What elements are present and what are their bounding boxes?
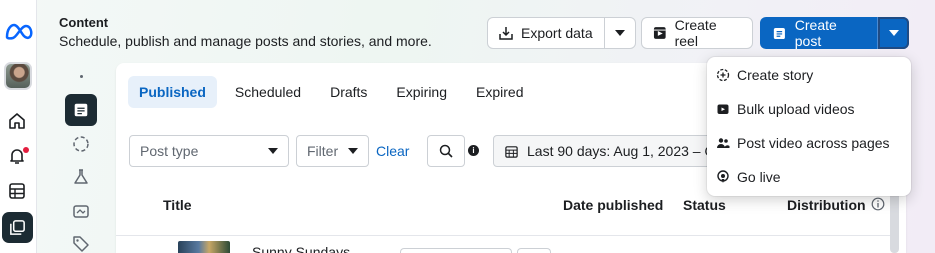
tab-bar: Published Scheduled Drafts Expiring Expi… [128, 76, 541, 108]
create-post-options-button[interactable] [877, 17, 909, 49]
menu-item-label: Create story [737, 67, 814, 83]
column-title[interactable]: Title [163, 197, 192, 213]
menu-item-label: Go live [737, 169, 781, 185]
search-button[interactable] [427, 135, 465, 167]
column-distribution[interactable]: Distribution [787, 197, 866, 213]
menu-item-create-story[interactable]: Create story [707, 58, 911, 92]
left-rail [0, 0, 37, 253]
tag-icon[interactable] [71, 233, 91, 253]
export-options-button[interactable] [604, 17, 636, 49]
create-post-menu: Create story Bulk upload videos Post vid… [707, 57, 911, 196]
info-icon[interactable] [871, 197, 885, 211]
search-icon [439, 144, 453, 158]
notifications-icon[interactable] [7, 146, 29, 168]
date-range-label: Last 90 days: Aug 1, 2023 – O [527, 143, 716, 159]
separator-dot [80, 75, 83, 78]
chevron-down-icon [615, 30, 625, 36]
post-thumbnail [178, 241, 230, 253]
post-type-select[interactable]: Post type [129, 135, 289, 167]
clear-filters-link[interactable]: Clear [376, 143, 409, 159]
content-icon [10, 220, 25, 235]
menu-item-label: Post video across pages [737, 135, 890, 151]
export-data-button[interactable]: Export data [487, 17, 605, 49]
flask-icon[interactable] [71, 167, 91, 187]
info-icon[interactable]: i [468, 145, 479, 156]
reel-icon [653, 27, 666, 39]
people-icon [717, 138, 730, 148]
page-title: Content [59, 15, 109, 30]
menu-item-go-live[interactable]: Go live [707, 160, 911, 194]
export-data-label: Export data [521, 25, 593, 41]
tab-published[interactable]: Published [128, 76, 217, 108]
chevron-down-icon [888, 30, 899, 36]
create-reel-label: Create reel [674, 17, 717, 49]
tab-expiring[interactable]: Expiring [385, 76, 458, 108]
secondary-rail [64, 62, 100, 253]
meta-logo-icon[interactable] [4, 22, 34, 42]
grid-icon[interactable] [7, 181, 29, 203]
row-action-pill[interactable] [400, 248, 512, 253]
filter-label: Filter [307, 143, 339, 159]
video-upload-icon [717, 104, 729, 114]
post-type-placeholder: Post type [140, 143, 199, 159]
calendar-icon [505, 145, 518, 158]
chevron-down-icon [268, 148, 278, 154]
export-icon [499, 27, 513, 40]
avatar[interactable] [4, 62, 32, 90]
column-date-published[interactable]: Date published [563, 197, 663, 213]
posts-icon [74, 103, 88, 117]
create-post-button[interactable]: Create post [760, 17, 878, 49]
content-nav-button[interactable] [2, 212, 33, 243]
menu-item-post-video-across-pages[interactable]: Post video across pages [707, 126, 911, 160]
column-status[interactable]: Status [683, 197, 726, 213]
posts-nav-button[interactable] [65, 94, 97, 126]
notification-dot [23, 147, 29, 153]
chevron-down-icon [348, 148, 358, 154]
row-more-pill[interactable] [517, 248, 551, 253]
page-subtitle: Schedule, publish and manage posts and s… [59, 33, 432, 49]
menu-item-bulk-upload-videos[interactable]: Bulk upload videos [707, 92, 911, 126]
filter-select[interactable]: Filter [296, 135, 369, 167]
create-reel-button[interactable]: Create reel [641, 17, 753, 49]
live-icon [717, 170, 729, 183]
tab-scheduled[interactable]: Scheduled [224, 76, 312, 108]
tab-expired[interactable]: Expired [465, 76, 534, 108]
menu-item-label: Bulk upload videos [737, 101, 855, 117]
table-row[interactable]: Sunny Sundays [116, 235, 891, 253]
media-icon[interactable] [71, 201, 91, 221]
row-title[interactable]: Sunny Sundays [252, 244, 350, 253]
tab-drafts[interactable]: Drafts [319, 76, 378, 108]
stories-icon[interactable] [71, 134, 91, 154]
home-icon[interactable] [7, 111, 29, 133]
create-post-label: Create post [794, 17, 837, 49]
story-icon [716, 68, 730, 82]
post-icon [773, 27, 785, 39]
